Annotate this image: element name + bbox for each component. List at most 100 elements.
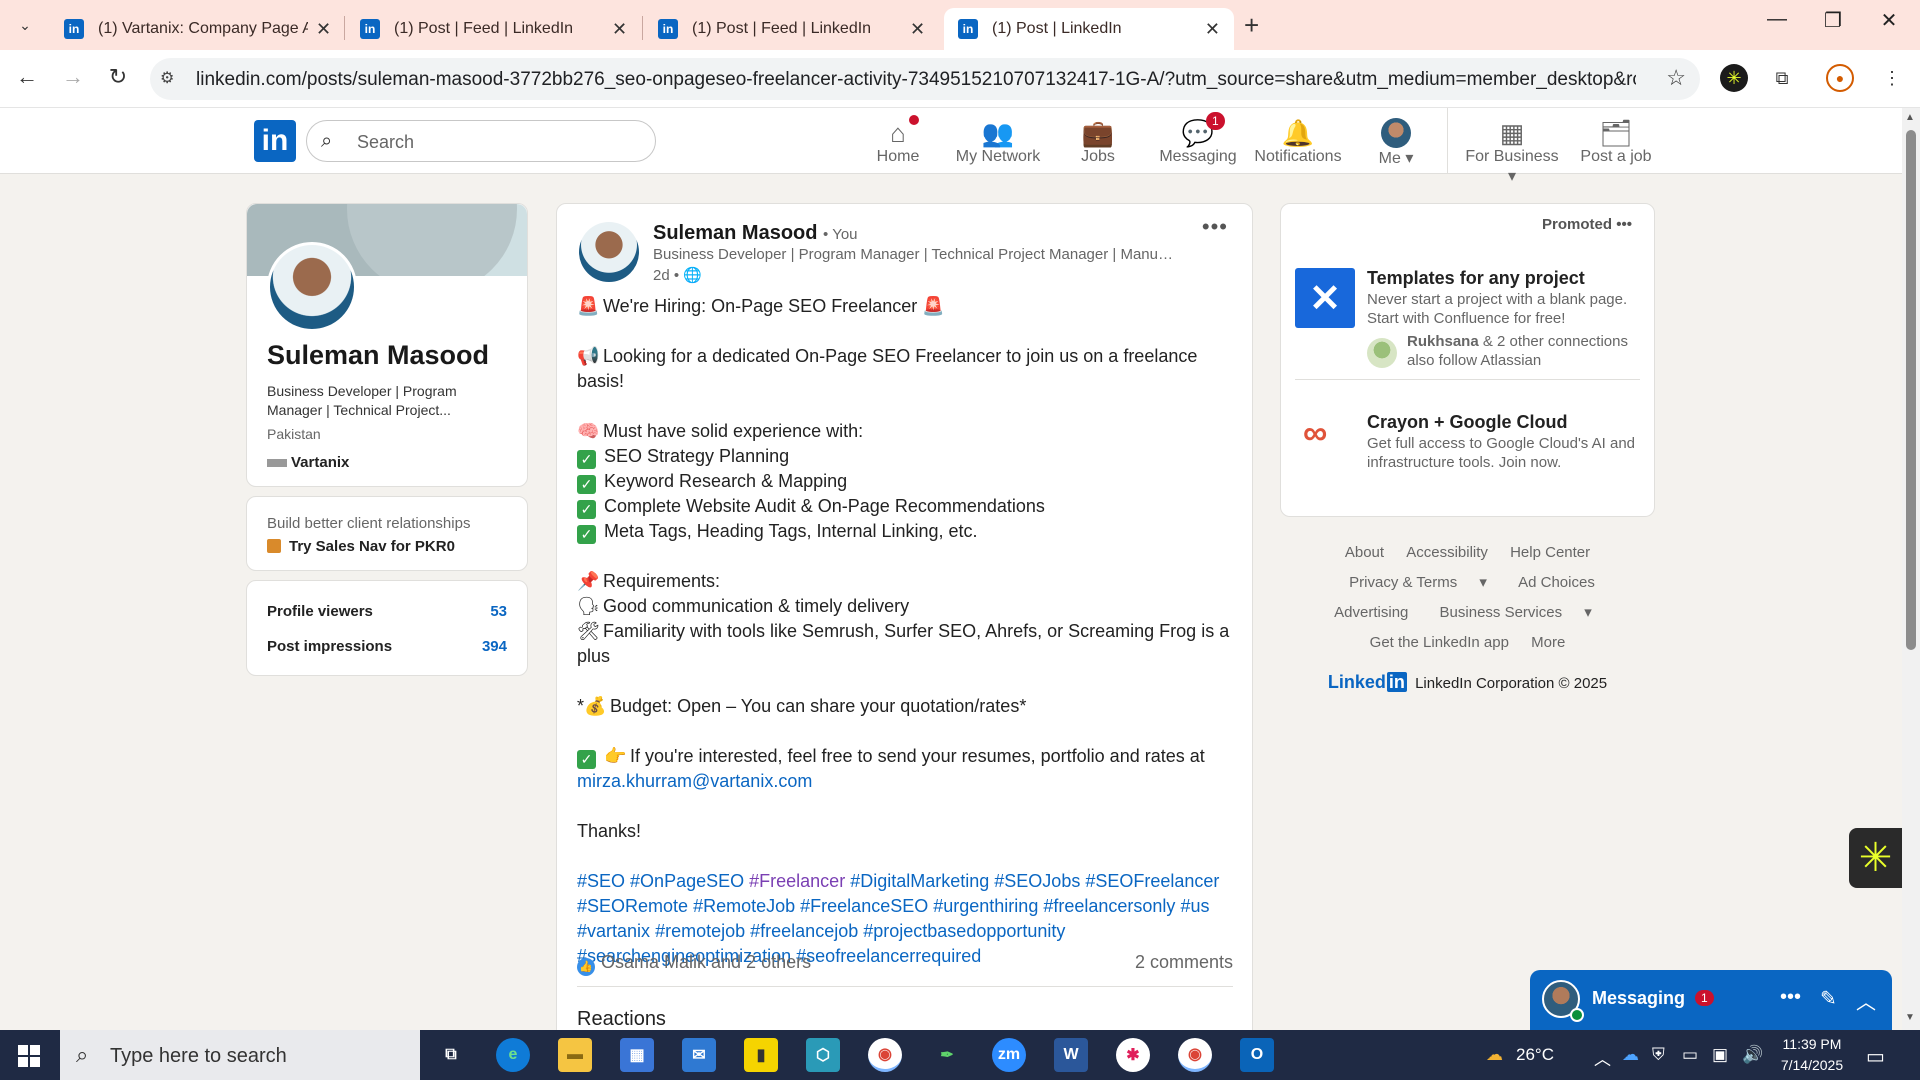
windows-start-icon[interactable] <box>18 1045 40 1067</box>
taskbar-clock[interactable]: 11:39 PM 7/14/2025 <box>1772 1034 1852 1076</box>
notification-center-icon[interactable]: ▭ <box>1866 1044 1885 1069</box>
reload-icon[interactable]: ↻ <box>103 64 133 90</box>
tab-search-icon[interactable]: ⌄ <box>14 14 36 36</box>
profile-icon[interactable]: ● <box>1826 64 1854 92</box>
hashtag-link[interactable]: #projectbasedopportunity <box>863 921 1065 941</box>
nav-notifications[interactable]: 🔔 Notifications <box>1248 118 1348 166</box>
battery-icon[interactable]: ▭ <box>1682 1045 1698 1065</box>
hashtag-link[interactable]: #DigitalMarketing <box>850 871 989 891</box>
footer-link[interactable]: Accessibility <box>1406 544 1488 561</box>
avatar[interactable] <box>267 242 357 332</box>
nav-me[interactable]: Me ▾ <box>1346 118 1446 168</box>
email-link[interactable]: mirza.khurram@vartanix.com <box>577 771 812 791</box>
pen-app-icon[interactable]: ✒ <box>930 1038 964 1072</box>
file-explorer-icon[interactable]: ▬ <box>558 1038 592 1072</box>
hashtag-link[interactable]: #urgenthiring <box>933 896 1038 916</box>
close-tab-icon[interactable]: ✕ <box>910 19 925 40</box>
mail-icon[interactable]: ✉ <box>682 1038 716 1072</box>
footer-link[interactable]: About <box>1345 544 1384 561</box>
hashtag-link[interactable]: #SEOJobs <box>994 871 1080 891</box>
security-icon[interactable]: ⛨ <box>1652 1045 1665 1065</box>
extension-asterisk-icon[interactable]: ✳ <box>1720 64 1748 92</box>
footer-link[interactable]: Get the LinkedIn app <box>1370 634 1509 651</box>
sticky-notes-icon[interactable]: ▮ <box>744 1038 778 1072</box>
forward-icon[interactable]: → <box>58 64 88 90</box>
post-author[interactable]: Suleman Masood • You <box>653 222 858 245</box>
chrome-profile-icon[interactable]: ◉ <box>1178 1038 1212 1072</box>
close-tab-icon[interactable]: ✕ <box>316 19 331 40</box>
volume-icon[interactable]: 🔊 <box>1742 1045 1763 1065</box>
task-view-icon[interactable]: ⧉ <box>434 1038 468 1072</box>
stat-profile-viewers[interactable]: Profile viewers 53 <box>267 603 507 620</box>
scroll-down-icon[interactable]: ▼ <box>1905 1012 1915 1023</box>
onedrive-icon[interactable]: ☁ <box>1622 1045 1639 1065</box>
footer-link[interactable]: Advertising <box>1334 604 1408 621</box>
chevron-up-icon[interactable]: ︿ <box>1856 986 1876 1015</box>
url-text[interactable]: linkedin.com/posts/suleman-masood-3772bb… <box>196 69 1636 91</box>
reactions-count[interactable]: 👍 Osama Malik and 2 others <box>577 952 811 976</box>
site-info-icon[interactable]: ⚙ <box>160 68 174 88</box>
stat-post-impressions[interactable]: Post impressions 394 <box>267 638 507 655</box>
zoom-icon[interactable]: zm <box>992 1038 1026 1072</box>
footer-link[interactable]: More <box>1531 634 1565 651</box>
more-options-icon[interactable]: ••• <box>1780 986 1801 1009</box>
browser-tab-1[interactable]: in (1) Vartanix: Company Page Ad ✕ <box>50 8 345 50</box>
browser-tab-2[interactable]: in (1) Post | Feed | LinkedIn ✕ <box>346 8 641 50</box>
nav-messaging[interactable]: 💬 1 Messaging <box>1148 112 1248 166</box>
avatar[interactable] <box>579 222 639 282</box>
scroll-up-icon[interactable]: ▲ <box>1905 112 1915 123</box>
close-tab-icon[interactable]: ✕ <box>1205 19 1220 40</box>
weather-icon[interactable]: ☁ <box>1486 1045 1503 1065</box>
profile-name[interactable]: Suleman Masood <box>267 340 489 371</box>
hashtag-link[interactable]: #FreelanceSEO <box>800 896 928 916</box>
microsoft-store-icon[interactable]: ▦ <box>620 1038 654 1072</box>
extensions-puzzle-icon[interactable]: ⧉ <box>1768 64 1796 92</box>
tray-chevron-up-icon[interactable]: ︿ <box>1594 1045 1611 1070</box>
restore-icon[interactable]: ❐ <box>1810 8 1856 33</box>
nav-jobs[interactable]: 💼 Jobs <box>1048 118 1148 166</box>
close-window-icon[interactable]: ✕ <box>1866 8 1912 33</box>
crayon-logo-icon[interactable]: ∞ <box>1303 416 1351 450</box>
hashtag-link[interactable]: #SEO <box>577 871 625 891</box>
compose-icon[interactable]: ✎ <box>1820 986 1837 1011</box>
bookmark-star-icon[interactable]: ☆ <box>1666 65 1686 91</box>
back-icon[interactable]: ← <box>12 64 42 90</box>
confluence-logo-icon[interactable]: ✕ <box>1295 268 1355 328</box>
hashtag-link[interactable]: #freelancersonly <box>1043 896 1175 916</box>
browser-tab-4-active[interactable]: in (1) Post | LinkedIn ✕ <box>944 8 1234 50</box>
chrome-icon[interactable]: ◉ <box>868 1038 902 1072</box>
footer-link-privacy[interactable]: Privacy & Terms ▾ <box>1340 574 1496 591</box>
hashtag-link[interactable]: #RemoteJob <box>693 896 795 916</box>
sales-nav-promo-card[interactable]: Build better client relationships Try Sa… <box>246 496 528 571</box>
more-options-icon[interactable]: ••• <box>1616 216 1632 233</box>
minimize-icon[interactable]: — <box>1754 8 1800 31</box>
hashtag-link[interactable]: #Freelancer <box>749 871 845 891</box>
edge-icon[interactable]: e <box>496 1038 530 1072</box>
hashtag-link[interactable]: #us <box>1180 896 1209 916</box>
hashtag-link[interactable]: #OnPageSEO <box>630 871 744 891</box>
new-tab-icon[interactable]: + <box>1244 10 1259 41</box>
hashtag-link[interactable]: #SEOFreelancer <box>1085 871 1219 891</box>
hashtag-link[interactable]: #freelancejob <box>750 921 858 941</box>
nav-for-business[interactable]: ▦ For Business ▾ <box>1462 118 1562 186</box>
taskbar-search-input[interactable]: ⌕ Type here to search <box>60 1030 420 1080</box>
extension-sidebar-asterisk-icon[interactable]: ✳ <box>1849 828 1902 888</box>
messaging-overlay-bar[interactable]: Messaging 1 ••• ✎ ︿ <box>1530 970 1892 1030</box>
outlook-icon[interactable]: O <box>1240 1038 1274 1072</box>
footer-link-business[interactable]: Business Services ▾ <box>1431 604 1601 621</box>
nav-home[interactable]: ⌂ Home <box>848 112 948 166</box>
profile-company[interactable]: Vartanix <box>267 454 349 471</box>
word-icon[interactable]: W <box>1054 1038 1088 1072</box>
profile-card[interactable]: Suleman Masood Business Developer | Prog… <box>246 203 528 487</box>
sales-nav-link[interactable]: Try Sales Nav for PKR0 <box>267 538 455 555</box>
network-icon[interactable]: ▣ <box>1712 1045 1728 1065</box>
close-tab-icon[interactable]: ✕ <box>612 19 627 40</box>
app-hexagon-icon[interactable]: ⬡ <box>806 1038 840 1072</box>
footer-link[interactable]: Ad Choices <box>1518 574 1595 591</box>
ad-title[interactable]: Crayon + Google Cloud <box>1367 412 1568 433</box>
more-options-icon[interactable]: ••• <box>1202 214 1228 240</box>
nav-my-network[interactable]: 👥 My Network <box>948 118 1048 166</box>
hashtag-link[interactable]: #remotejob <box>655 921 745 941</box>
nav-post-a-job[interactable]: 🗂 Post a job <box>1566 118 1666 166</box>
browser-menu-icon[interactable]: ⋮ <box>1878 64 1906 92</box>
